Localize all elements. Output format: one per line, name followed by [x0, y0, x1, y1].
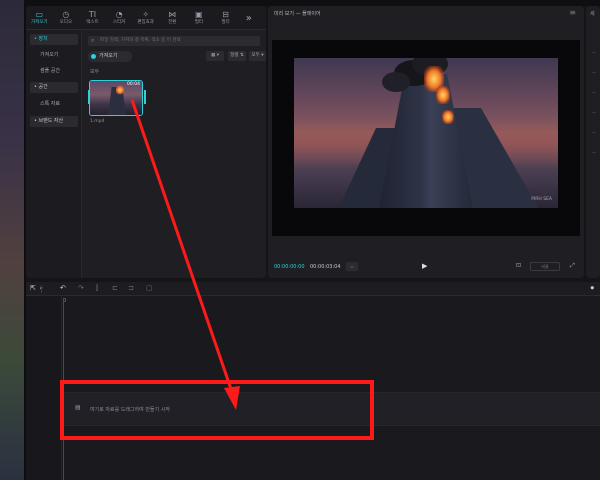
- properties-line: —: [592, 150, 596, 155]
- thumb-handle-left[interactable]: [88, 90, 90, 104]
- toolbar-divider: [41, 285, 42, 293]
- import-button-label: 가져오기: [99, 53, 118, 59]
- track-header-column: [26, 296, 62, 480]
- current-timecode: 00:00:00:00: [274, 264, 305, 270]
- clip-name: 1.mp4: [90, 119, 105, 124]
- tab-audio[interactable]: ◷ 오디오: [53, 6, 80, 30]
- split-right-icon[interactable]: ⊐: [128, 284, 134, 292]
- sidebar-item-import[interactable]: 가져오기: [30, 50, 78, 61]
- thumbnail-fire: [116, 85, 124, 95]
- media-search-input[interactable]: ⌕ 파일 검색, 가져와 창 목록, 색소 등 이 검색: [88, 36, 260, 46]
- clip-duration: 00:04: [127, 82, 140, 87]
- all-media-label: 모두: [90, 69, 100, 75]
- select-cursor-icon[interactable]: ⇱: [30, 284, 36, 292]
- filter-icon: ▣: [195, 10, 203, 19]
- properties-line: —: [592, 90, 596, 95]
- sidebar-item-space[interactable]: • 공간: [30, 82, 78, 93]
- video-canvas[interactable]: PIRH SEA: [272, 40, 580, 236]
- media-sidebar: • 장치 가져오기 샘플 공간 • 공간 스톡 자료 • 브랜드 자산: [26, 30, 82, 278]
- split-left-icon[interactable]: ⊏: [112, 284, 118, 292]
- effects-icon: ✧: [142, 10, 150, 19]
- player-panel: 미리 보기 — 플레이어 ≡ PIRH SEA 00:00:00:00 00:0…: [268, 6, 584, 278]
- tab-effects[interactable]: ✧ 편집효과: [132, 6, 159, 30]
- building-main: [378, 74, 474, 208]
- import-icon: ▭: [35, 10, 44, 19]
- timeline-toolbar: ⇱ ▾ ↶ ↷ ⫿ ⊏ ⊐ ▢ ⏺: [26, 282, 600, 296]
- tab-label: 필터: [221, 20, 230, 25]
- media-content: ⌕ 파일 검색, 가져와 창 목록, 색소 등 이 검색 가져오기 ▦ ▾ 정렬…: [82, 30, 266, 278]
- import-button[interactable]: 가져오기: [88, 51, 132, 62]
- filter-button[interactable]: 모두 ▾: [249, 51, 266, 61]
- tab-label: 전환: [168, 20, 177, 25]
- search-icon: ⌕: [91, 37, 95, 44]
- import-dot-icon: [91, 54, 96, 59]
- transition-icon: ⋈: [168, 10, 177, 19]
- sidebar-item-brand-assets[interactable]: • 브랜드 자산: [30, 116, 78, 127]
- timecode-badge[interactable]: ▭: [346, 262, 358, 271]
- play-button[interactable]: ▶: [422, 262, 427, 270]
- tab-label: 스티커: [112, 20, 126, 25]
- media-clip-thumbnail[interactable]: 00:04: [89, 80, 143, 116]
- view-mode-button[interactable]: ▦ ▾: [206, 51, 224, 61]
- sidebar-item-device[interactable]: • 장치: [30, 34, 78, 45]
- aspect-ratio-button[interactable]: 비율: [530, 262, 560, 271]
- properties-line: —: [592, 50, 596, 55]
- tab-text[interactable]: TI 텍스트: [79, 6, 106, 30]
- properties-line: —: [592, 130, 596, 135]
- video-editor-app: ▭ 가져오기 ◷ 오디오 TI 텍스트 ◔ 스티커 ✧ 편집효과 ⋈ 전환 ▣ …: [0, 0, 600, 480]
- timeline-panel: ⇱ ▾ ↶ ↷ ⫿ ⊏ ⊐ ▢ ⏺ 0 ▤ 여기로 자료를 드래그하여 만들기 …: [26, 282, 600, 480]
- screenshot-icon[interactable]: ⊡: [516, 262, 521, 269]
- sort-button[interactable]: 정렬 ⇅: [228, 51, 246, 61]
- smoke-cloud: [382, 72, 410, 92]
- tab-adjust[interactable]: ⊟ 필터: [212, 6, 239, 30]
- properties-panel: 세 — — — — — —: [586, 6, 600, 278]
- tab-label: 가져오기: [31, 20, 48, 25]
- track-drop-hint: 여기로 자료를 드래그하여 만들기 시작: [90, 407, 170, 413]
- media-panel: ▭ 가져오기 ◷ 오디오 TI 텍스트 ◔ 스티커 ✧ 편집효과 ⋈ 전환 ▣ …: [26, 6, 266, 278]
- properties-line: —: [592, 110, 596, 115]
- fire-flame: [436, 86, 450, 104]
- tab-sticker[interactable]: ◔ 스티커: [106, 6, 133, 30]
- microphone-icon[interactable]: ⏺: [591, 284, 595, 293]
- delete-icon[interactable]: ▢: [146, 284, 153, 292]
- desktop-background-strip: [0, 0, 26, 480]
- player-menu-icon[interactable]: ≡: [569, 8, 576, 17]
- video-watermark: PIRH SEA: [531, 197, 552, 202]
- tab-label: 오디오: [59, 20, 73, 25]
- sidebar-item-sample-space[interactable]: 샘플 공간: [30, 66, 78, 77]
- search-placeholder: 파일 검색, 가져와 창 목록, 색소 등 이 검색: [100, 38, 181, 43]
- tab-label: 필터: [194, 20, 203, 25]
- sidebar-item-stock[interactable]: 스톡 자료: [30, 99, 78, 110]
- adjust-icon: ⊟: [222, 10, 229, 19]
- film-icon: ▤: [75, 404, 81, 411]
- player-title: 미리 보기 — 플레이어: [274, 11, 321, 17]
- tab-transition[interactable]: ⋈ 전환: [159, 6, 186, 30]
- tab-label: 텍스트: [86, 20, 99, 25]
- tab-label: 편집효과: [137, 20, 154, 25]
- media-tabs: ▭ 가져오기 ◷ 오디오 TI 텍스트 ◔ 스티커 ✧ 편집효과 ⋈ 전환 ▣ …: [26, 6, 266, 30]
- tabs-more-button[interactable]: »: [239, 6, 259, 30]
- split-icon[interactable]: ⫿: [96, 284, 98, 293]
- properties-line: —: [592, 70, 596, 75]
- video-frame: PIRH SEA: [294, 58, 558, 208]
- tab-import[interactable]: ▭ 가져오기: [26, 6, 53, 30]
- total-timecode: 00:00:03:04: [310, 264, 341, 270]
- fullscreen-icon[interactable]: ⤢: [570, 262, 575, 270]
- sticker-icon: ◔: [115, 10, 123, 19]
- properties-title: 세: [590, 11, 595, 17]
- timeline-playhead[interactable]: [63, 298, 64, 480]
- undo-icon[interactable]: ↶: [60, 284, 66, 292]
- audio-icon: ◷: [62, 10, 70, 19]
- fire-flame: [442, 110, 454, 124]
- redo-icon[interactable]: ↷: [78, 284, 84, 292]
- tab-filter[interactable]: ▣ 필터: [186, 6, 213, 30]
- text-icon: TI: [88, 10, 97, 19]
- thumb-handle-right[interactable]: [144, 90, 146, 104]
